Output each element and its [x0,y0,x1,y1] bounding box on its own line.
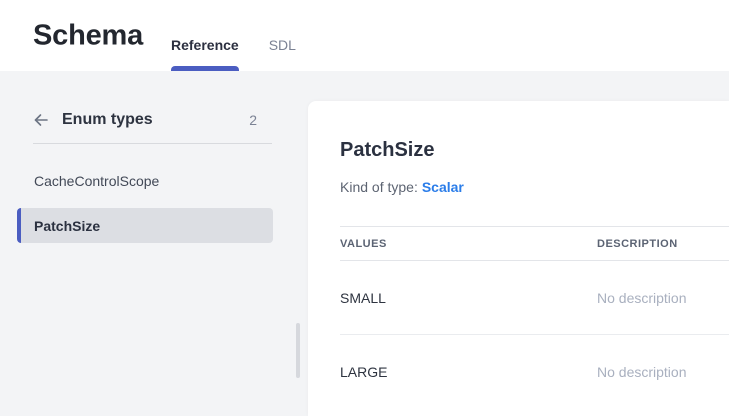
sidebar: Enum types 2 CacheControlScope PatchSize [0,71,308,416]
page-header: Schema Reference SDL [0,0,729,71]
scalar-type-link[interactable]: Scalar [422,179,464,195]
sidebar-divider [33,143,272,144]
sidebar-heading: Enum types [62,111,153,128]
sidebar-heading-row: Enum types 2 [33,105,257,135]
type-title: PatchSize [340,139,435,161]
values-column-header: VALUES [340,237,387,250]
tab-sdl[interactable]: SDL [269,37,296,71]
tab-reference-label: Reference [171,37,239,53]
enum-value: SMALL [340,289,386,306]
type-detail-card: PatchSize Kind of type: Scalar VALUES DES… [308,101,729,416]
description-column-header: DESCRIPTION [597,237,678,250]
enum-value: LARGE [340,364,388,380]
sidebar-item-label: CacheControlScope [34,172,160,189]
page-title: Schema [33,19,144,51]
kind-of-type-line: Kind of type: Scalar [340,179,729,196]
values-table-header: VALUES DESCRIPTION [340,226,729,261]
back-arrow-icon[interactable] [33,112,49,128]
table-row-small: SMALL No description [340,261,729,335]
sidebar-item-label: PatchSize [34,217,101,234]
sidebar-item-cachecontrolscope[interactable]: CacheControlScope [17,163,273,198]
sidebar-item-patchsize[interactable]: PatchSize [17,208,273,243]
enum-count-badge: 2 [249,112,257,128]
values-table: VALUES DESCRIPTION SMALL No description … [340,226,729,409]
table-row-large: LARGE No description [340,335,729,409]
kind-of-type-label: Kind of type: [340,179,418,195]
type-detail-content: PatchSize Kind of type: Scalar VALUES DES… [308,101,729,409]
tab-reference[interactable]: Reference [171,37,239,71]
enum-description: No description [597,289,687,306]
schema-page: Schema Reference SDL Enum types 2 CacheC… [0,0,729,416]
sidebar-scrollbar-thumb[interactable] [296,323,300,378]
tab-bar: Reference SDL [171,37,296,71]
tab-sdl-label: SDL [268,37,296,53]
enum-description: No description [597,364,687,380]
